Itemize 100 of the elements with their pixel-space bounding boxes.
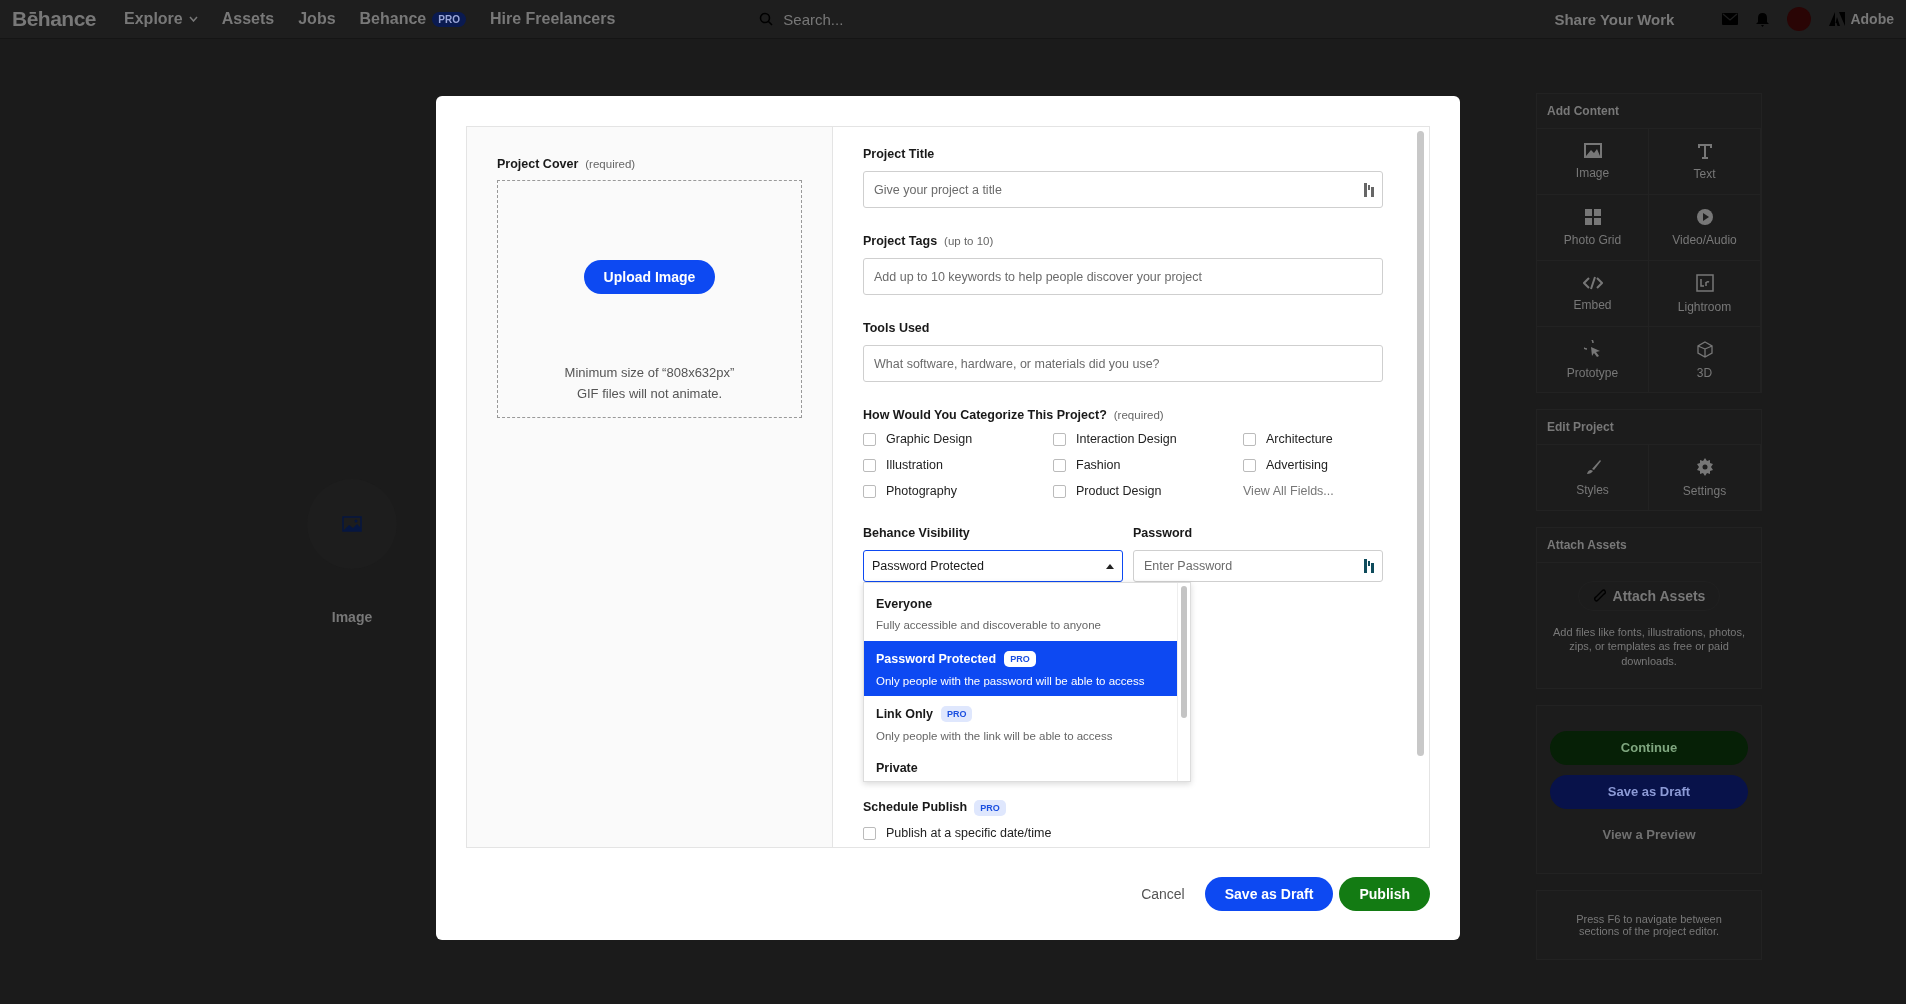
photo-grid-icon — [1584, 208, 1601, 225]
text-icon — [1696, 142, 1713, 159]
cover-drop-zone[interactable]: Upload Image Minimum size of “808x632px” GIF files will not animate. — [497, 180, 802, 418]
checkbox-label: Illustration — [886, 458, 943, 472]
pro-badge: PRO — [940, 706, 973, 722]
checkbox-label: Interaction Design — [1076, 432, 1177, 446]
content-tile[interactable]: Settings — [1649, 444, 1761, 510]
content-tile[interactable]: Photo Grid — [1537, 194, 1649, 260]
checkbox-label: Fashion — [1076, 458, 1121, 472]
text-field[interactable]: Give your project a title — [863, 171, 1383, 208]
nav-link[interactable]: Jobs — [298, 10, 336, 28]
checkbox[interactable] — [1053, 432, 1066, 446]
field-note: (required) — [1113, 409, 1164, 421]
option-title: Password Protected — [876, 652, 997, 666]
lightroom-icon — [1695, 273, 1714, 292]
password-key-icon[interactable] — [1364, 182, 1375, 197]
view-all-link[interactable]: View All Fields... — [1243, 484, 1383, 498]
checkbox-label: Advertising — [1266, 458, 1328, 472]
image-icon — [342, 516, 362, 532]
content-tile[interactable]: Styles — [1537, 444, 1649, 510]
mail-icon[interactable] — [1722, 13, 1739, 25]
checkbox[interactable] — [863, 432, 876, 446]
caret-icon — [1106, 563, 1114, 569]
nav-link[interactable]: Hire Freelancers — [489, 10, 616, 28]
checkbox[interactable] — [863, 484, 876, 498]
checkbox[interactable] — [863, 826, 876, 840]
nav-link[interactable]: Behance PRO — [359, 10, 466, 28]
option-title: Private — [876, 761, 918, 775]
content-tile[interactable]: Prototype — [1537, 326, 1649, 392]
field-label: Behance Visibility — [863, 526, 970, 540]
text-field[interactable]: Add up to 10 keywords to help people discover your project — [863, 258, 1383, 295]
option-title: Everyone — [876, 597, 933, 611]
content-tile[interactable]: Video/Audio — [1649, 194, 1761, 260]
hint-text: Press F6 to navigate between sections of the project editor. — [1536, 889, 1762, 960]
content-tile[interactable]: Lightroom — [1649, 260, 1761, 326]
search-field[interactable]: Search... — [781, 9, 1086, 29]
block-label: Image — [331, 609, 373, 625]
checkbox[interactable] — [1243, 432, 1256, 446]
field-label: Schedule Publish — [863, 800, 968, 814]
field-label: Project Title — [863, 147, 935, 161]
checkbox[interactable] — [1243, 458, 1256, 472]
panel-button[interactable]: Save as Draft — [1550, 774, 1748, 809]
panel-button[interactable]: Continue — [1550, 730, 1748, 765]
content-tile[interactable]: Image — [1537, 128, 1649, 194]
brush-icon — [1584, 458, 1601, 475]
visibility-select[interactable]: Password Protected — [863, 550, 1123, 582]
dropdown-option[interactable]: Link Only PRO Only people with the link will be able to access — [864, 696, 1177, 751]
checkbox-label: Photography — [886, 484, 957, 498]
adobe-logo-icon — [1829, 12, 1846, 26]
content-tile[interactable]: Text — [1649, 128, 1761, 194]
play-icon — [1696, 208, 1713, 225]
dialog-button[interactable]: Save as Draft — [1204, 877, 1334, 911]
section-title: Attach Assets — [1546, 537, 1628, 554]
cancel-button[interactable]: Cancel — [1127, 877, 1199, 911]
pro-badge: PRO — [1004, 651, 1036, 667]
section-title: Edit Project — [1546, 419, 1615, 436]
cover-hint: GIF files will not animate. — [576, 386, 723, 401]
dropdown-option[interactable]: Everyone Fully accessible and discoverable to anyone — [864, 587, 1177, 641]
share-link[interactable]: Share Your Work — [1554, 10, 1675, 28]
checkbox[interactable] — [1053, 484, 1066, 498]
pro-badge: PRO — [974, 800, 1006, 816]
nav-link[interactable]: Explore — [124, 10, 198, 28]
field-note: (required) — [585, 158, 636, 170]
password-field[interactable]: Enter Password — [1133, 550, 1383, 582]
password-key-icon[interactable] — [1364, 559, 1375, 573]
paperclip-icon — [1592, 588, 1607, 604]
checkbox[interactable] — [1053, 458, 1066, 472]
option-title: Link Only — [876, 707, 933, 721]
preview-link[interactable]: View a Preview — [1550, 818, 1748, 843]
option-description: Only people with the password will be able to access — [876, 675, 1146, 687]
dropdown-option[interactable]: Password Protected PRO Only people with the password will be able to access — [864, 641, 1177, 696]
option-description: Fully accessible and discoverable to anyone — [876, 619, 1103, 631]
nav-link[interactable]: Assets — [221, 10, 275, 28]
adobe-link[interactable]: Adobe — [1829, 11, 1894, 27]
checkbox-label: Product Design — [1076, 484, 1162, 498]
field-note: (up to 10) — [944, 235, 994, 247]
field-label: How Would You Categorize This Project? — [863, 408, 1107, 422]
logo[interactable]: Bēhance — [12, 7, 97, 31]
dropdown-option[interactable]: Private — [864, 751, 1177, 781]
field-label: Tools Used — [863, 321, 930, 335]
dialog-button[interactable]: Publish — [1339, 877, 1430, 911]
assets-description: Add files like fonts, illustrations, photos, zips, or templates as free or paid downloads. — [1552, 625, 1746, 668]
pointer-icon — [1583, 339, 1602, 358]
bell-icon[interactable] — [1756, 11, 1770, 27]
option-description: Only people with the link will be able to access — [876, 730, 1114, 742]
section-title: Add Content — [1546, 103, 1620, 120]
code-icon — [1582, 275, 1603, 290]
checkbox[interactable] — [863, 458, 876, 472]
checkbox-label: Publish at a specific date/time — [886, 826, 1052, 840]
field-label: Password — [1133, 526, 1193, 540]
content-tile[interactable]: 3D — [1649, 326, 1761, 392]
text-field[interactable]: What software, hardware, or materials did you use? — [863, 345, 1383, 382]
avatar[interactable] — [1787, 7, 1812, 31]
image-icon — [1583, 143, 1602, 158]
search-icon — [759, 12, 774, 26]
cube-icon — [1695, 339, 1714, 358]
upload-image-button[interactable]: Upload Image — [583, 260, 716, 294]
content-tile[interactable]: Embed — [1537, 260, 1649, 326]
field-label: Project Cover — [497, 157, 579, 171]
scrollbar[interactable] — [1177, 583, 1190, 781]
